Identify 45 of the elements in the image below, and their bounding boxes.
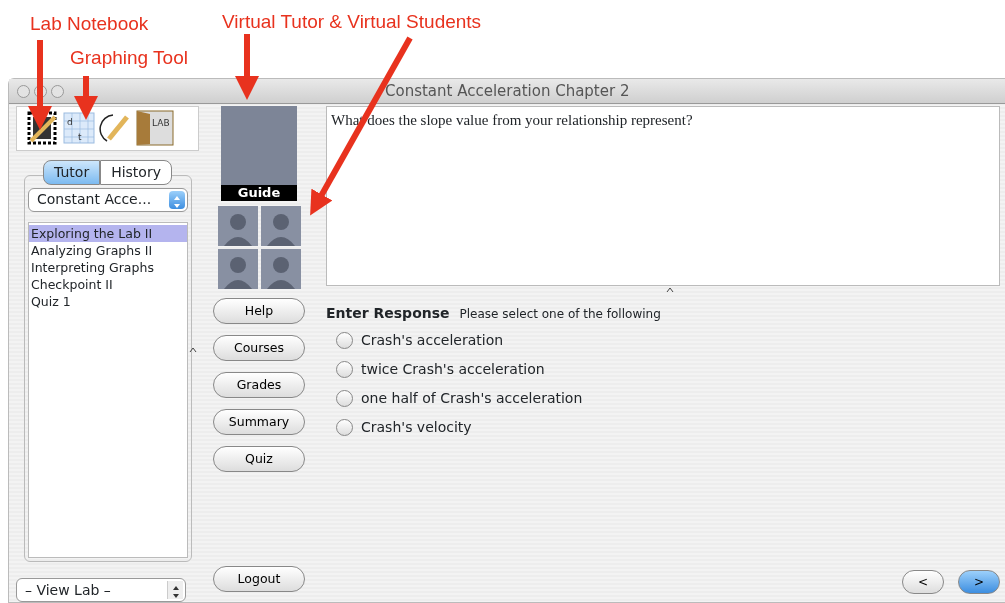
chapter-select[interactable]: Constant Acce... <box>28 187 188 212</box>
student-photo-placeholder[interactable] <box>260 206 301 246</box>
radio-button[interactable] <box>336 390 353 407</box>
window-title: Constant Acceleration Chapter 2 <box>385 80 630 102</box>
annotation-label: Graphing Tool <box>70 46 188 70</box>
previous-button[interactable]: < <box>902 570 944 594</box>
arrow <box>74 76 98 120</box>
lab-select[interactable]: – View Lab – <box>16 578 186 602</box>
radio-option[interactable]: twice Crash's acceleration <box>336 359 1000 380</box>
radio-button[interactable] <box>336 419 353 436</box>
menu-button[interactable]: Help <box>213 298 305 324</box>
list-item[interactable]: Exploring the Lab II <box>29 224 187 242</box>
close-button[interactable] <box>17 84 30 98</box>
response-title: Enter Response <box>326 304 450 323</box>
annotation-label: Virtual Tutor & Virtual Students <box>222 10 482 34</box>
caret-icon <box>666 287 674 293</box>
student-photo-placeholder[interactable] <box>217 206 258 246</box>
graph-icon[interactable]: d t <box>63 111 95 146</box>
menu-button[interactable]: Courses <box>213 335 305 361</box>
response-hint: Please select one of the following <box>459 306 661 323</box>
radio-button[interactable] <box>336 332 353 349</box>
caret-icon <box>189 347 197 353</box>
radio-option[interactable]: Crash's acceleration <box>336 330 1000 351</box>
student-photo-placeholder[interactable] <box>260 249 301 289</box>
student-photo-placeholder[interactable] <box>217 249 258 289</box>
list-item[interactable]: Interpreting Graphs <box>29 258 187 276</box>
door-icon[interactable]: LAB <box>135 110 175 147</box>
tab[interactable]: History <box>100 159 172 185</box>
zoom-button[interactable] <box>51 84 64 98</box>
guide-caption: Guide <box>221 185 297 201</box>
guide-photo-placeholder[interactable]: Guide <box>221 106 297 201</box>
radio-button[interactable] <box>336 361 353 378</box>
menu-button[interactable]: Summary <box>213 409 305 435</box>
arrow <box>235 34 259 100</box>
logout-button[interactable]: Logout <box>213 566 305 592</box>
radio-option[interactable]: one half of Crash's acceleration <box>336 388 1000 409</box>
menu-button[interactable]: Quiz <box>213 446 305 472</box>
menu-button[interactable]: Grades <box>213 372 305 398</box>
next-button[interactable]: > <box>958 570 1000 594</box>
tab[interactable]: Tutor <box>43 159 101 185</box>
list-item[interactable]: Quiz 1 <box>29 292 187 310</box>
list-item[interactable]: Analyzing Graphs II <box>29 241 187 259</box>
annotation-label: Lab Notebook <box>30 12 149 36</box>
list-item[interactable]: Checkpoint II <box>29 275 187 293</box>
radio-option[interactable]: Crash's velocity <box>336 417 1000 438</box>
